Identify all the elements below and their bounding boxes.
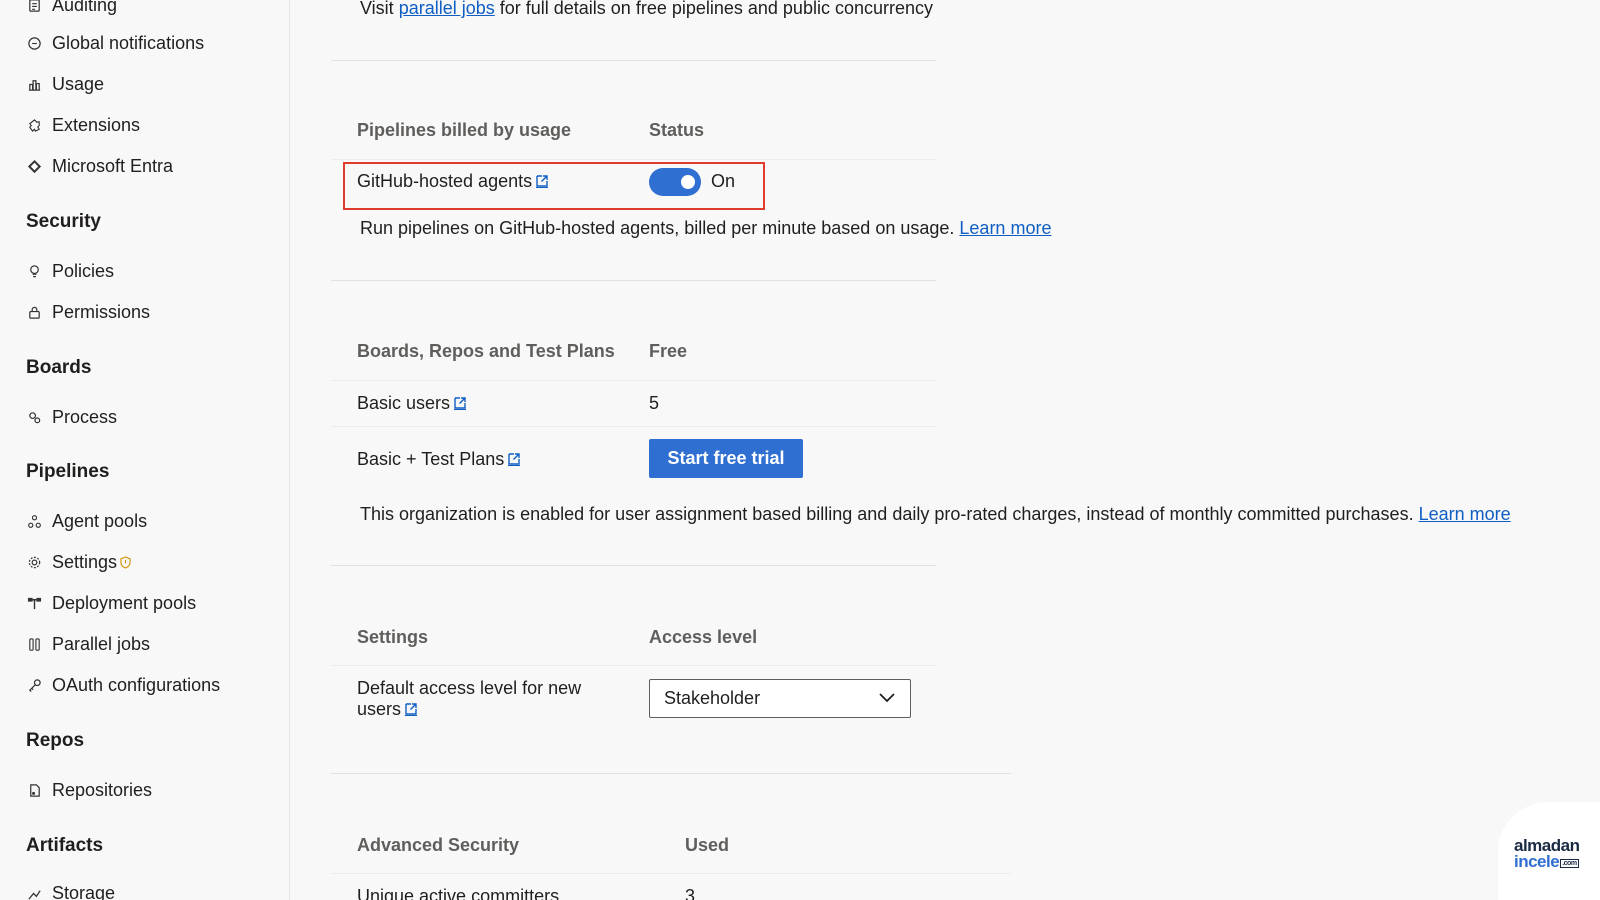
usage-table-header-status: Status [649, 120, 705, 140]
sidebar-item-label: Storage [52, 882, 116, 900]
lock-icon [26, 304, 42, 320]
sidebar-item-label: Microsoft Entra [52, 155, 174, 176]
bar-chart-icon [26, 76, 42, 92]
sidebar-item-label: Policies [52, 260, 115, 281]
toggle-state-label: On [711, 171, 736, 191]
github-hosted-agents-link[interactable]: GitHub-hosted agents [357, 171, 532, 191]
external-link-icon[interactable] [535, 174, 549, 188]
sidebar-section-repos: Repos [26, 730, 85, 751]
sidebar-item-global-notifications[interactable]: Global notifications [26, 28, 204, 58]
sidebar-item-process[interactable]: Process [26, 402, 117, 432]
security-table-header-name: Advanced Security [357, 835, 520, 855]
row-divider [331, 873, 1011, 874]
row-divider [331, 159, 936, 160]
settings-table-header-access: Access level [649, 627, 758, 647]
gear-icon [26, 554, 42, 570]
section-divider [331, 280, 936, 281]
watermark-logo: almadan incele .com [1498, 802, 1600, 900]
repo-icon [26, 782, 42, 798]
sidebar-item-microsoft-entra[interactable]: Microsoft Entra [26, 151, 173, 181]
sidebar-item-permissions[interactable]: Permissions [26, 297, 150, 327]
sidebar-item-policies[interactable]: Policies [26, 256, 114, 286]
agents-icon [26, 513, 42, 529]
sidebar-item-agent-pools[interactable]: Agent pools [26, 506, 147, 536]
sidebar-item-extensions[interactable]: Extensions [26, 110, 140, 140]
github-hosted-agents-row-label: GitHub-hosted agents [357, 171, 549, 192]
basic-users-count: 5 [649, 393, 660, 413]
usage-table-header-name: Pipelines billed by usage [357, 120, 572, 140]
boards-table-header-name: Boards, Repos and Test Plans [357, 341, 615, 361]
sidebar-item-label: OAuth configurations [52, 674, 221, 695]
shield-icon [120, 555, 131, 569]
chevron-down-icon [879, 693, 895, 703]
section-divider [331, 773, 1011, 774]
sidebar-item-usage[interactable]: Usage [26, 69, 104, 99]
billing-note: This organization is enabled for user as… [360, 504, 1511, 524]
chat-icon [26, 35, 42, 51]
sidebar-item-label: Extensions [52, 114, 141, 135]
sidebar-item-label: Auditing [52, 0, 118, 15]
sidebar-item-oauth-configurations[interactable]: OAuth configurations [26, 670, 220, 700]
entra-icon [26, 158, 42, 174]
sidebar-item-label: Agent pools [52, 510, 148, 531]
sidebar-item-settings[interactable]: Settings [26, 547, 131, 577]
unique-committers-count: 3 [685, 886, 696, 900]
storage-icon [26, 885, 42, 900]
sidebar-item-label: Global notifications [52, 32, 205, 53]
sidebar-section-artifacts: Artifacts [26, 835, 104, 856]
external-link-icon[interactable] [453, 396, 467, 410]
row-divider [331, 665, 936, 666]
sidebar-item-storage[interactable]: Storage [26, 878, 115, 900]
sidebar-item-repositories[interactable]: Repositories [26, 775, 152, 805]
learn-more-link[interactable]: Learn more [1419, 504, 1511, 524]
sidebar-item-label: Repositories [52, 779, 153, 800]
auditing-icon [26, 0, 42, 13]
basic-test-plans-label: Basic + Test Plans [357, 449, 521, 470]
usage-note: Run pipelines on GitHub-hosted agents, b… [360, 218, 1052, 238]
gear-cluster-icon [26, 409, 42, 425]
sidebar-section-boards: Boards [26, 357, 92, 378]
sidebar-item-label: Permissions [52, 301, 151, 322]
parallel-jobs-info: Visit parallel jobs for full details on … [360, 0, 933, 18]
sidebar-item-label: Usage [52, 73, 105, 94]
sidebar-item-label: Process [52, 406, 118, 427]
sidebar-item-auditing[interactable]: Auditing [26, 0, 117, 20]
sidebar-item-deployment-pools[interactable]: Deployment pools [26, 588, 196, 618]
dropdown-value: Stakeholder [664, 688, 761, 708]
boards-table-header-free: Free [649, 341, 688, 361]
row-divider [331, 426, 936, 427]
security-table-header-used: Used [685, 835, 730, 855]
default-access-label: Default access level for new users [357, 678, 582, 719]
start-free-trial-button[interactable]: Start free trial [649, 439, 803, 478]
sidebar-item-label: Deployment pools [52, 592, 197, 613]
unique-committers-label: Unique active committers [357, 886, 560, 900]
puzzle-icon [26, 117, 42, 133]
main-content: Visit parallel jobs for full details on … [291, 0, 1600, 900]
watermark-line2: incele .com [1514, 852, 1579, 871]
basic-users-label: Basic users [357, 393, 467, 414]
parallel-icon [26, 636, 42, 652]
external-link-icon[interactable] [404, 702, 418, 716]
github-hosted-agents-toggle[interactable] [649, 168, 701, 196]
sidebar-item-parallel-jobs[interactable]: Parallel jobs [26, 629, 150, 659]
external-link-icon[interactable] [507, 452, 521, 466]
section-divider [331, 60, 936, 61]
access-level-dropdown[interactable]: Stakeholder [649, 679, 911, 718]
learn-more-link[interactable]: Learn more [959, 218, 1051, 238]
sidebar-item-label: Settings [52, 551, 118, 572]
parallel-jobs-link[interactable]: parallel jobs [399, 0, 495, 18]
key-icon [26, 677, 42, 693]
sidebar-item-label: Parallel jobs [52, 633, 151, 654]
section-divider [331, 565, 936, 566]
settings-table-header-name: Settings [357, 627, 429, 647]
row-divider [331, 380, 936, 381]
deployment-icon [26, 595, 42, 611]
lightbulb-icon [26, 263, 42, 279]
sidebar-section-security: Security [26, 211, 101, 232]
sidebar: Auditing Global notifications Usage Exte… [0, 0, 290, 900]
sidebar-section-pipelines: Pipelines [26, 461, 110, 482]
